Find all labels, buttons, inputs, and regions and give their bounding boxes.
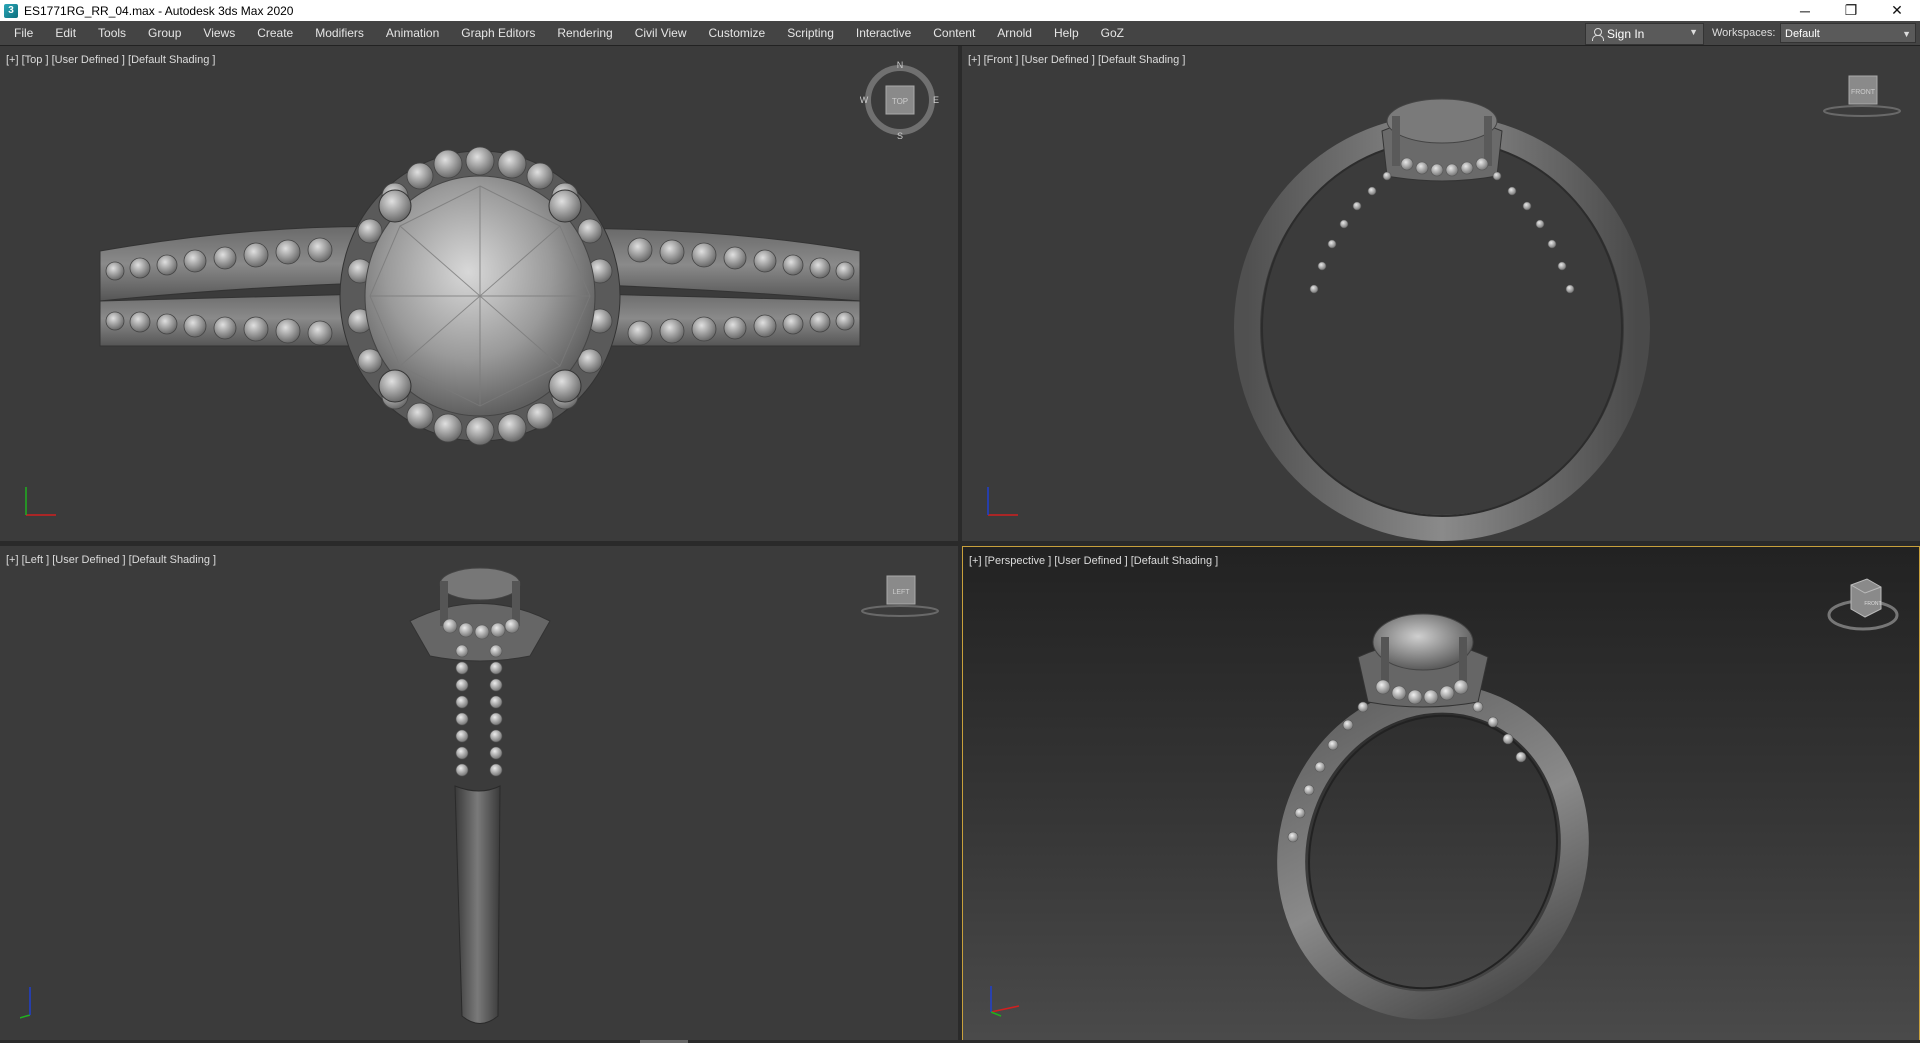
ring-left-view: [409, 567, 551, 1024]
menu-bar: File Edit Tools Group Views Create Modif…: [0, 21, 1920, 46]
axis-tripod-icon: [987, 487, 1018, 516]
menu-views[interactable]: Views: [192, 21, 246, 45]
menu-rendering[interactable]: Rendering: [546, 21, 623, 45]
compass-e: E: [933, 95, 939, 105]
maximize-button[interactable]: ❐: [1828, 0, 1874, 21]
viewport-top[interactable]: [+] [Top ] [User Defined ] [Default Shad…: [0, 46, 958, 541]
viewport-left[interactable]: [+] [Left ] [User Defined ] [Default Sha…: [0, 546, 958, 1041]
menu-edit[interactable]: Edit: [44, 21, 87, 45]
window-title: ES1771RG_RR_04.max - Autodesk 3ds Max 20…: [24, 3, 294, 18]
user-icon: [1591, 28, 1604, 41]
menu-tools[interactable]: Tools: [87, 21, 137, 45]
menu-content[interactable]: Content: [922, 21, 986, 45]
viewcube[interactable]: FRONT: [1823, 567, 1903, 637]
ring-front-view: [1234, 98, 1650, 541]
axis-tripod-icon: [990, 986, 1020, 1017]
sign-in-label: Sign In: [1607, 27, 1645, 41]
viewport-divider-vertical[interactable]: [958, 46, 962, 1041]
menu-group[interactable]: Group: [137, 21, 192, 45]
compass-w: W: [860, 95, 869, 105]
menu-scripting[interactable]: Scripting: [776, 21, 845, 45]
viewcube[interactable]: LEFT: [860, 566, 940, 626]
chevron-down-icon: ▼: [1689, 27, 1698, 37]
viewcube[interactable]: FRONT: [1822, 66, 1902, 126]
app-icon: 3: [4, 3, 18, 18]
viewcube-label: LEFT: [892, 589, 910, 596]
ring-top-view: [99, 146, 861, 446]
menu-modifiers[interactable]: Modifiers: [304, 21, 375, 45]
compass-s: S: [897, 131, 903, 140]
menu-civil-view[interactable]: Civil View: [624, 21, 698, 45]
window-controls: ─ ❐ ✕: [1782, 0, 1920, 21]
minimize-button[interactable]: ─: [1782, 0, 1828, 21]
ring-perspective-view: [1277, 613, 1589, 1020]
workspace-value: Default: [1785, 28, 1820, 40]
menu-customize[interactable]: Customize: [698, 21, 777, 45]
menu-arnold[interactable]: Arnold: [986, 21, 1043, 45]
sign-in-dropdown[interactable]: Sign In ▼: [1585, 23, 1704, 45]
title-bar: 3 ES1771RG_RR_04.max - Autodesk 3ds Max …: [0, 0, 1920, 21]
menu-goz[interactable]: GoZ: [1090, 21, 1135, 45]
menu-graph-editors[interactable]: Graph Editors: [450, 21, 546, 45]
menu-interactive[interactable]: Interactive: [845, 21, 922, 45]
viewcube-label: FRONT: [1851, 89, 1876, 96]
menu-create[interactable]: Create: [246, 21, 304, 45]
compass-n: N: [897, 60, 904, 70]
viewcube-label: TOP: [892, 97, 908, 106]
viewcube-label: FRONT: [1864, 601, 1881, 607]
viewport-front[interactable]: [+] [Front ] [User Defined ] [Default Sh…: [962, 46, 1920, 541]
close-button[interactable]: ✕: [1874, 0, 1920, 21]
chevron-down-icon: ▼: [1902, 29, 1911, 39]
workspaces-label: Workspaces:: [1712, 27, 1776, 39]
axis-tripod-icon: [20, 987, 31, 1019]
menu-help[interactable]: Help: [1043, 21, 1090, 45]
viewcube-compass[interactable]: TOP N S E W: [860, 60, 940, 140]
menu-animation[interactable]: Animation: [375, 21, 450, 45]
workspaces-select[interactable]: Default ▼: [1780, 23, 1916, 43]
menu-file[interactable]: File: [0, 21, 44, 45]
axis-tripod-icon: [25, 487, 56, 516]
viewport-perspective[interactable]: [+] [Perspective ] [User Defined ] [Defa…: [962, 546, 1920, 1041]
